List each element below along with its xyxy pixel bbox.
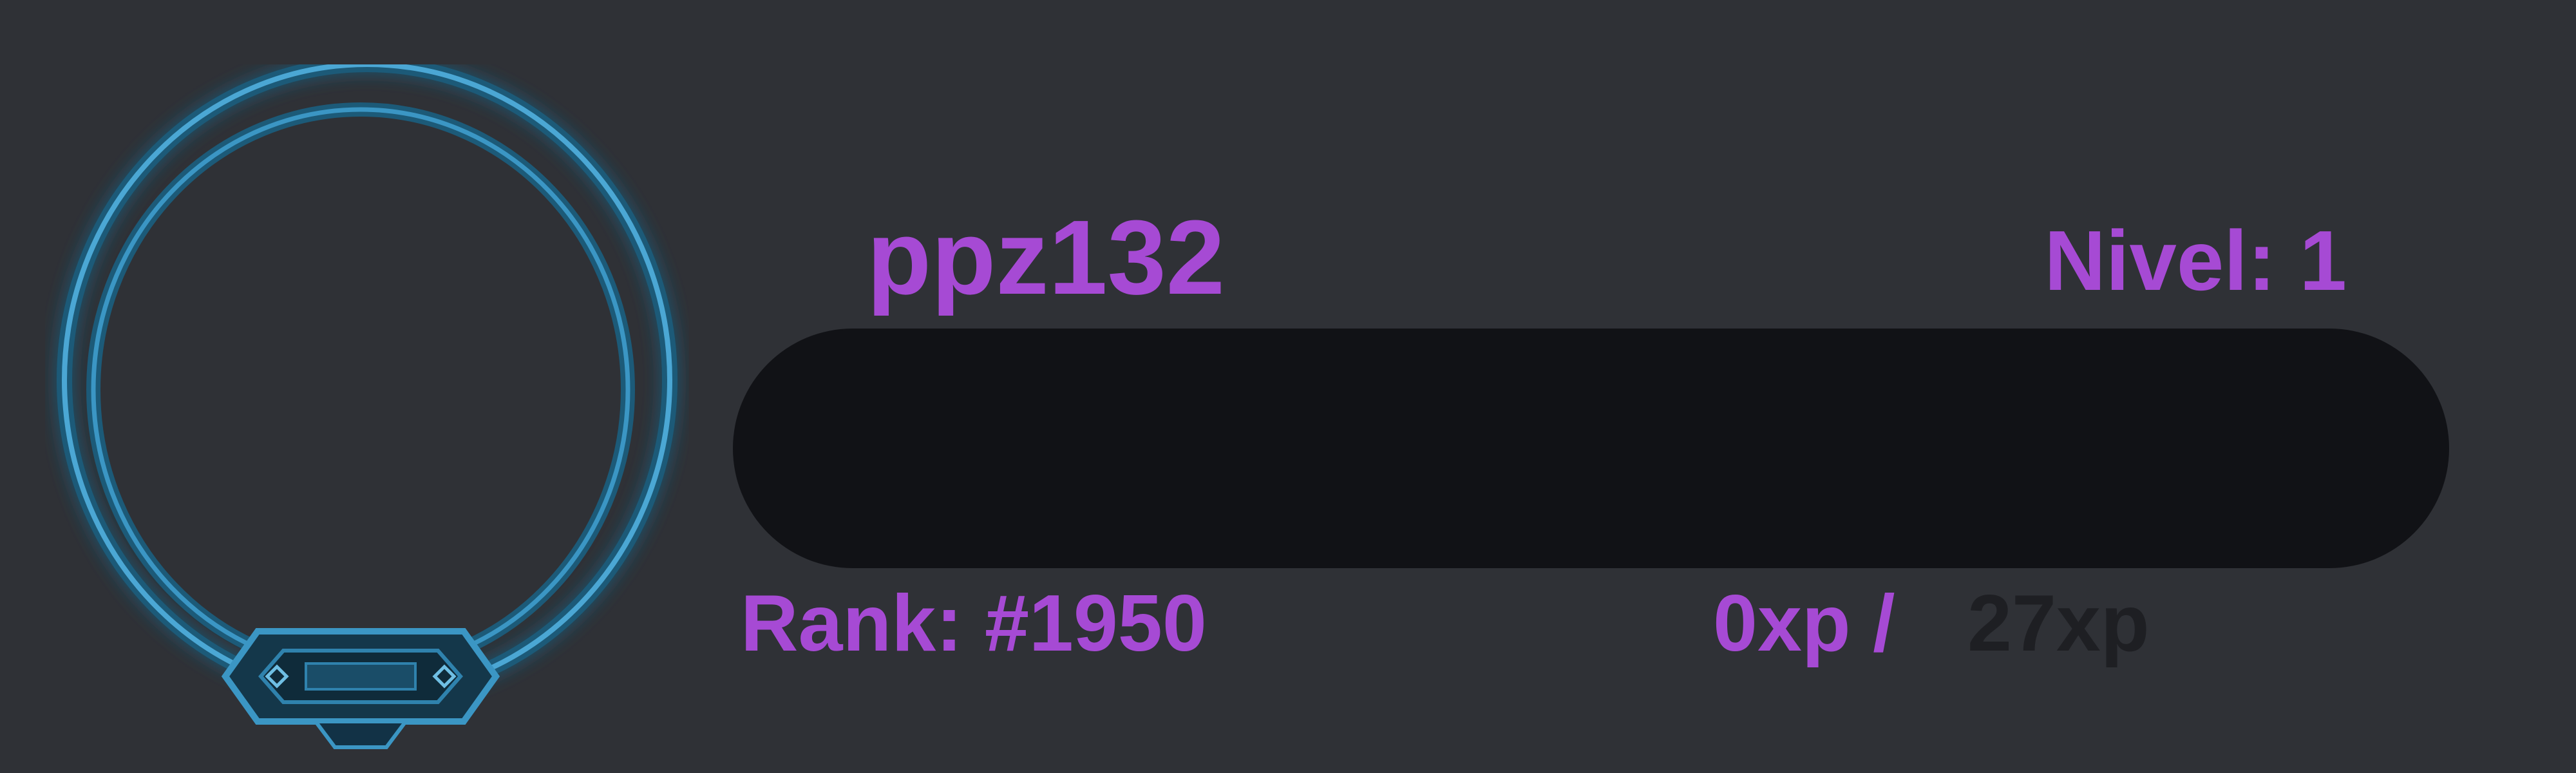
rank-card: ppz132 Nivel: 1 Rank: #1950 0xp / 27xp xyxy=(0,0,2576,773)
username: ppz132 xyxy=(867,198,1225,316)
avatar-frame-icon xyxy=(45,64,689,760)
level-label: Nivel: 1 xyxy=(2044,213,2347,308)
xp-needed: 27xp xyxy=(1967,579,2150,668)
rank-label: Rank: #1950 xyxy=(741,579,1207,668)
xp-current: 0xp / xyxy=(1713,579,1895,668)
xp-progress-bar xyxy=(733,329,2449,568)
